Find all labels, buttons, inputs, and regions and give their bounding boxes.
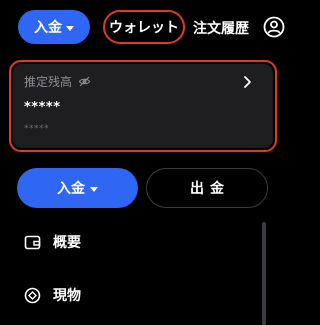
nav-order-history-tab[interactable]: 注文履歴 bbox=[191, 18, 251, 38]
deposit-button-label: 入金 bbox=[57, 181, 85, 197]
wallet-icon bbox=[24, 235, 41, 249]
caret-down-icon bbox=[90, 186, 98, 192]
deposit-button[interactable]: 入金 bbox=[17, 168, 138, 208]
user-circle-icon[interactable] bbox=[263, 16, 285, 38]
nav-wallet-tab[interactable]: ウォレット bbox=[103, 10, 185, 44]
caret-down-icon bbox=[66, 25, 74, 31]
menu-item-spot[interactable]: 現物 bbox=[24, 284, 224, 306]
menu-item-overview[interactable]: 概要 bbox=[24, 231, 224, 253]
wallet-screen: 入金 ウォレット 注文履歴 推定残高 ***** ***** 入金 出金 概要 … bbox=[0, 0, 300, 325]
withdraw-button-label: 出金 bbox=[190, 181, 230, 197]
withdraw-button[interactable]: 出金 bbox=[146, 168, 268, 208]
eye-off-icon[interactable] bbox=[78, 75, 91, 88]
balance-label: 推定残高 bbox=[24, 75, 73, 89]
menu-item-label: 現物 bbox=[53, 288, 81, 304]
chevron-right-icon[interactable] bbox=[241, 75, 253, 89]
balance-label-row: 推定残高 bbox=[24, 73, 91, 90]
nav-deposit-label: 入金 bbox=[34, 20, 62, 36]
balance-value: ***** bbox=[24, 100, 61, 115]
balance-sub-value: ***** bbox=[24, 124, 49, 134]
nav-deposit-button[interactable]: 入金 bbox=[18, 10, 90, 44]
nav-wallet-label: ウォレット bbox=[109, 20, 179, 36]
scrollbar[interactable] bbox=[262, 222, 266, 325]
menu-item-label: 概要 bbox=[53, 235, 81, 251]
spot-coin-icon bbox=[24, 287, 41, 303]
